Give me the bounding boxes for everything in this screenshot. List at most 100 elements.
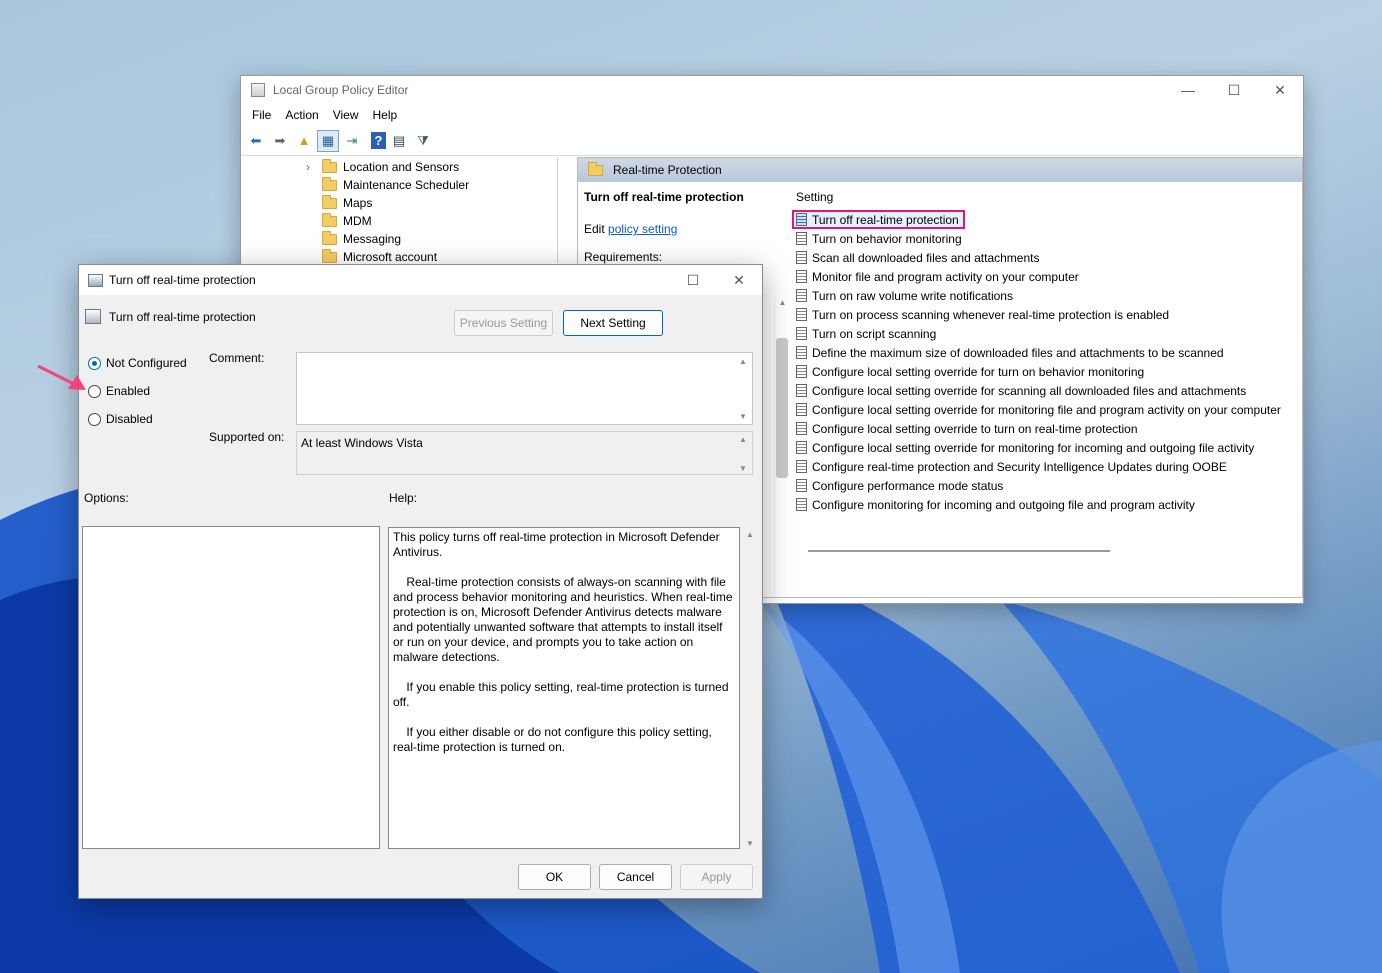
setting-row[interactable]: Turn on script scanning: [796, 324, 936, 343]
dialog-title: Turn off real-time protection: [109, 273, 256, 287]
policy-icon: [85, 309, 101, 324]
comment-input[interactable]: [296, 352, 753, 425]
setting-row[interactable]: Configure local setting override for sca…: [796, 381, 1246, 400]
back-icon[interactable]: ⬅: [245, 130, 267, 152]
policy-setting-icon: [796, 213, 807, 226]
help-label: Help:: [389, 491, 418, 505]
setting-row[interactable]: Scan all downloaded files and attachment…: [796, 248, 1039, 267]
show-hide-tree-icon[interactable]: ▦: [317, 129, 339, 152]
up-folder-icon[interactable]: ▲: [293, 130, 315, 152]
policy-setting-icon: [796, 289, 807, 302]
policy-app-icon: [88, 273, 103, 287]
setting-label: Configure local setting override for mon…: [812, 402, 1281, 417]
setting-row[interactable]: Turn on behavior monitoring: [796, 229, 962, 248]
column-header-setting[interactable]: Setting: [796, 190, 833, 204]
menu-help[interactable]: Help: [366, 108, 405, 122]
settings-list: Setting Turn off real-time protection Tur…: [790, 182, 1302, 597]
radio-enabled[interactable]: Enabled: [88, 384, 150, 398]
scroll-down-icon[interactable]: ▼: [746, 839, 754, 848]
setting-row[interactable]: Monitor file and program activity on you…: [796, 267, 1079, 286]
comment-scrollbar[interactable]: ▲ ▼: [735, 357, 751, 421]
radio-disabled[interactable]: Disabled: [88, 412, 153, 426]
tree-item[interactable]: Maintenance Scheduler: [322, 176, 469, 194]
setting-label: Configure real-time protection and Secur…: [812, 459, 1227, 474]
setting-row[interactable]: Configure monitoring for incoming and ou…: [796, 495, 1195, 514]
window-title: Local Group Policy Editor: [273, 83, 409, 97]
supported-on-label: Supported on:: [209, 430, 285, 444]
scroll-up-icon[interactable]: ▲: [746, 530, 754, 539]
folder-icon: [322, 176, 337, 191]
policy-setting-icon: [796, 232, 807, 245]
folder-icon: [322, 194, 337, 209]
setting-label: Configure local setting override for mon…: [812, 440, 1255, 455]
policy-setting-icon: [796, 384, 807, 397]
scroll-down-icon[interactable]: ▼: [739, 464, 747, 473]
policy-setting-icon: [796, 308, 807, 321]
setting-row[interactable]: Configure real-time protection and Secur…: [796, 457, 1227, 476]
radio-indicator: [88, 412, 101, 426]
dialog-maximize-button[interactable]: ☐: [670, 266, 716, 294]
setting-row[interactable]: Define the maximum size of downloaded fi…: [796, 343, 1224, 362]
filter-icon[interactable]: ⧩: [412, 130, 434, 152]
scroll-down-icon[interactable]: ▼: [739, 412, 747, 421]
policy-setting-icon: [796, 403, 807, 416]
apply-button[interactable]: Apply: [680, 864, 753, 890]
maximize-button[interactable]: ☐: [1211, 76, 1257, 104]
previous-setting-button[interactable]: Previous Setting: [454, 310, 553, 336]
tree-item[interactable]: Maps: [322, 194, 372, 212]
help-icon[interactable]: ?: [371, 132, 386, 149]
setting-row[interactable]: Turn on raw volume write notifications: [796, 286, 1013, 305]
comment-label: Comment:: [209, 351, 265, 365]
tree-item[interactable]: Location and Sensors: [322, 158, 459, 176]
setting-label: Turn on script scanning: [812, 326, 937, 341]
forward-icon[interactable]: ➡: [269, 130, 291, 152]
radio-not-configured[interactable]: Not Configured: [88, 356, 187, 370]
tree-item[interactable]: Messaging: [322, 230, 401, 248]
setting-label: Turn on process scanning whenever real-t…: [812, 307, 1170, 322]
policy-setting-link[interactable]: policy setting: [608, 222, 677, 236]
export-list-icon[interactable]: ⇥: [341, 130, 363, 152]
setting-label: Configure local setting override to turn…: [812, 421, 1138, 436]
menu-view[interactable]: View: [326, 108, 366, 122]
policy-setting-icon: [796, 365, 807, 378]
toolbar: ⬅ ➡ ▲ ▦ ⇥ ? ▤ ⧩: [241, 126, 1303, 156]
policy-title: Turn off real-time protection: [584, 190, 744, 204]
scroll-up-icon[interactable]: ▲: [779, 298, 787, 307]
setting-row-selected[interactable]: Turn off real-time protection: [792, 210, 965, 229]
next-setting-button[interactable]: Next Setting: [563, 310, 663, 336]
policy-setting-icon: [796, 270, 807, 283]
setting-row[interactable]: Configure local setting override to turn…: [796, 419, 1138, 438]
close-button[interactable]: ✕: [1257, 76, 1303, 104]
chevron-right-icon[interactable]: ›: [306, 160, 310, 174]
setting-row[interactable]: Configure local setting override for mon…: [796, 438, 1254, 457]
folder-icon: [322, 230, 337, 245]
supported-scrollbar[interactable]: ▲ ▼: [735, 435, 751, 473]
horizontal-scrollbar-thumb[interactable]: [808, 550, 1110, 552]
help-paragraph: If you enable this policy setting, real-…: [393, 680, 732, 709]
dialog-close-button[interactable]: ✕: [716, 266, 762, 294]
tree-item[interactable]: Microsoft account: [322, 248, 437, 263]
setting-row[interactable]: Configure performance mode status: [796, 476, 1003, 495]
scroll-up-icon[interactable]: ▲: [739, 435, 747, 444]
options-panel: [82, 526, 380, 849]
help-scrollbar[interactable]: ▲ ▼: [742, 530, 758, 848]
policy-setting-icon: [796, 251, 807, 264]
setting-row[interactable]: Configure local setting override for mon…: [796, 400, 1281, 419]
minimize-button[interactable]: —: [1165, 76, 1211, 104]
annotation-arrow: [37, 364, 86, 390]
folder-header: Real-time Protection: [578, 158, 1302, 182]
policy-setting-icon: [796, 479, 807, 492]
menu-action[interactable]: Action: [278, 108, 325, 122]
setting-row[interactable]: Configure local setting override for tur…: [796, 362, 1144, 381]
scrollbar-thumb[interactable]: [776, 338, 788, 478]
cancel-button[interactable]: Cancel: [599, 864, 672, 890]
properties-icon[interactable]: ▤: [388, 130, 410, 152]
scroll-up-icon[interactable]: ▲: [739, 357, 747, 366]
ok-button[interactable]: OK: [518, 864, 591, 890]
folder-icon: [322, 248, 337, 263]
tree-item[interactable]: MDM: [322, 212, 372, 230]
policy-setting-icon: [796, 346, 807, 359]
requirements-label: Requirements:: [584, 250, 663, 264]
setting-row[interactable]: Turn on process scanning whenever real-t…: [796, 305, 1169, 324]
menu-file[interactable]: File: [245, 108, 278, 122]
